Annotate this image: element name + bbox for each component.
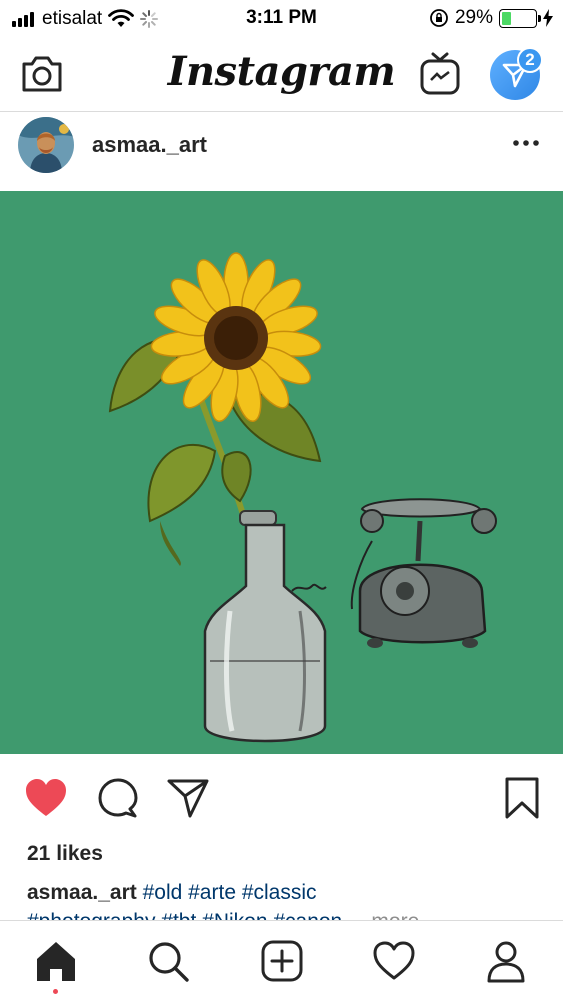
share-button[interactable] (164, 774, 212, 822)
comment-button[interactable] (94, 774, 142, 822)
save-button[interactable] (498, 774, 546, 822)
avatar[interactable] (18, 117, 74, 173)
caption-line-2: #photography #tbt #Nikon #canon ... more (27, 910, 419, 920)
share-icon (167, 779, 209, 818)
instagram-logo: Instagram (167, 48, 396, 95)
more-options-icon (513, 140, 539, 146)
more-options-button[interactable] (511, 131, 541, 155)
direct-badge: 2 (517, 47, 543, 73)
status-right: 29% (429, 7, 553, 29)
caption-username[interactable]: asmaa._art (27, 881, 137, 904)
battery-icon (499, 8, 541, 28)
igtv-button[interactable] (416, 50, 464, 98)
caption-more-link[interactable]: ... more (348, 910, 419, 920)
bottom-tab-bar (0, 920, 563, 1000)
post-artwork (0, 191, 563, 754)
new-post-icon (261, 940, 303, 982)
tab-new-post[interactable] (258, 937, 306, 985)
caption-hashtags-2[interactable]: #photography #tbt #Nikon #canon (27, 910, 342, 920)
tab-search[interactable] (144, 937, 192, 985)
charging-bolt-icon (543, 9, 553, 27)
post-image[interactable] (0, 191, 563, 754)
post-username[interactable]: asmaa._art (92, 132, 207, 158)
caption-hashtags[interactable]: #old #arte #classic (143, 881, 317, 904)
post-header: asmaa._art (0, 113, 563, 191)
comment-icon (98, 778, 138, 818)
activity-heart-icon (373, 941, 415, 980)
like-button[interactable] (22, 774, 70, 822)
home-icon (37, 942, 75, 981)
tab-activity[interactable] (370, 937, 418, 985)
likes-count[interactable]: 21 likes (27, 842, 103, 866)
battery-percent: 29% (454, 7, 493, 28)
igtv-icon (420, 52, 460, 95)
search-icon (149, 942, 189, 982)
battery-fill (502, 11, 511, 25)
status-bar: etisalat 3:11 PM 29% (0, 0, 563, 38)
direct-messages-button[interactable]: 2 (488, 47, 543, 102)
bookmark-icon (505, 777, 539, 819)
active-tab-indicator (53, 989, 58, 994)
profile-icon (487, 941, 525, 983)
post-caption: asmaa._art #old #arte #classic (27, 881, 317, 905)
tab-profile[interactable] (482, 937, 530, 985)
top-navigation: Instagram 2 (0, 38, 563, 112)
orientation-lock-icon (430, 9, 448, 27)
tab-home[interactable] (32, 937, 80, 985)
direct-circle: 2 (490, 47, 543, 100)
post-actions (0, 754, 563, 840)
battery-tip (538, 14, 541, 22)
heart-filled-icon (26, 779, 66, 816)
